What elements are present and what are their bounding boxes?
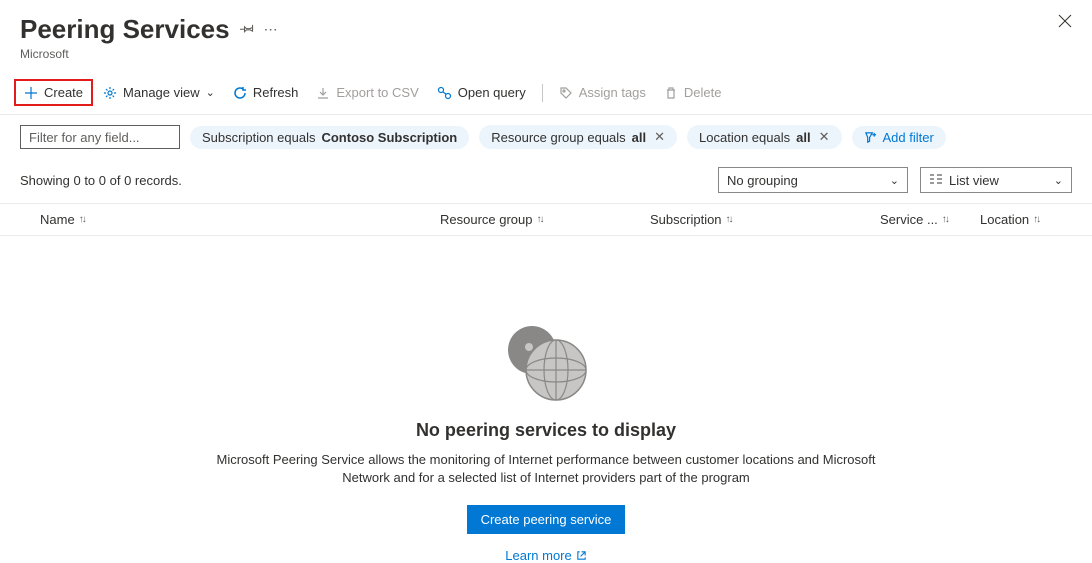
delete-button: Delete	[656, 81, 730, 104]
toolbar-separator	[542, 84, 543, 102]
filter-location[interactable]: Location equals all ✕	[687, 125, 841, 149]
chevron-down-icon: ⌄	[890, 174, 899, 187]
filter-loc-value: all	[796, 130, 810, 145]
delete-label: Delete	[684, 85, 722, 100]
page-header: Peering Services ⋯ Microsoft	[0, 0, 1092, 67]
column-resource-group[interactable]: Resource group↑↓	[440, 212, 650, 227]
filter-rg-prefix: Resource group equals	[491, 130, 625, 145]
manage-view-button[interactable]: Manage view ⌄	[95, 81, 223, 104]
grouping-select[interactable]: No grouping ⌄	[718, 167, 908, 193]
open-query-button[interactable]: Open query	[429, 81, 534, 104]
sort-icon: ↑↓	[79, 214, 85, 225]
empty-title: No peering services to display	[416, 420, 676, 441]
column-location[interactable]: Location↑↓	[980, 212, 1072, 227]
add-filter-label: Add filter	[883, 130, 934, 145]
create-button[interactable]: Create	[14, 79, 93, 106]
filter-subscription[interactable]: Subscription equals Contoso Subscription	[190, 126, 469, 149]
close-icon[interactable]	[1058, 14, 1072, 31]
assign-tags-button: Assign tags	[551, 81, 654, 104]
status-row: Showing 0 to 0 of 0 records. No grouping…	[0, 157, 1092, 203]
globe-icon	[496, 316, 596, 406]
export-csv-button: Export to CSV	[308, 81, 426, 104]
filter-sub-prefix: Subscription equals	[202, 130, 315, 145]
toolbar: Create Manage view ⌄ Refresh Export to C…	[0, 67, 1092, 115]
filter-input[interactable]	[20, 125, 180, 149]
view-value: List view	[949, 173, 1048, 188]
add-filter-button[interactable]: Add filter	[852, 126, 946, 149]
chevron-down-icon: ⌄	[1054, 174, 1063, 187]
filter-loc-prefix: Location equals	[699, 130, 790, 145]
list-icon	[929, 173, 943, 188]
remove-filter-icon[interactable]: ✕	[819, 129, 830, 145]
manage-view-label: Manage view	[123, 85, 200, 100]
export-csv-label: Export to CSV	[336, 85, 418, 100]
column-name[interactable]: Name↑↓	[20, 212, 440, 227]
subtitle: Microsoft	[20, 47, 1072, 61]
sort-icon: ↑↓	[942, 214, 948, 225]
column-subscription[interactable]: Subscription↑↓	[650, 212, 880, 227]
records-count: Showing 0 to 0 of 0 records.	[20, 173, 182, 188]
sort-icon: ↑↓	[537, 214, 543, 225]
filter-resource-group[interactable]: Resource group equals all ✕	[479, 125, 677, 149]
create-label: Create	[44, 85, 83, 100]
grouping-value: No grouping	[727, 173, 798, 188]
sort-icon: ↑↓	[1033, 214, 1039, 225]
more-icon[interactable]: ⋯	[264, 21, 278, 38]
external-link-icon	[576, 550, 587, 561]
open-query-label: Open query	[458, 85, 526, 100]
refresh-button[interactable]: Refresh	[225, 81, 307, 104]
remove-filter-icon[interactable]: ✕	[654, 129, 665, 145]
create-peering-service-button[interactable]: Create peering service	[467, 505, 626, 534]
filter-sub-value: Contoso Subscription	[321, 130, 457, 145]
refresh-label: Refresh	[253, 85, 299, 100]
assign-tags-label: Assign tags	[579, 85, 646, 100]
filter-rg-value: all	[632, 130, 646, 145]
pin-icon[interactable]	[240, 21, 254, 38]
sort-icon: ↑↓	[726, 214, 732, 225]
empty-description: Microsoft Peering Service allows the mon…	[206, 451, 886, 487]
table-header: Name↑↓ Resource group↑↓ Subscription↑↓ S…	[0, 203, 1092, 236]
chevron-down-icon: ⌄	[206, 86, 215, 99]
empty-state: No peering services to display Microsoft…	[0, 236, 1092, 563]
view-select[interactable]: List view ⌄	[920, 167, 1072, 193]
page-title: Peering Services	[20, 14, 230, 45]
filters-row: Subscription equals Contoso Subscription…	[0, 115, 1092, 157]
column-service[interactable]: Service ...↑↓	[880, 212, 980, 227]
